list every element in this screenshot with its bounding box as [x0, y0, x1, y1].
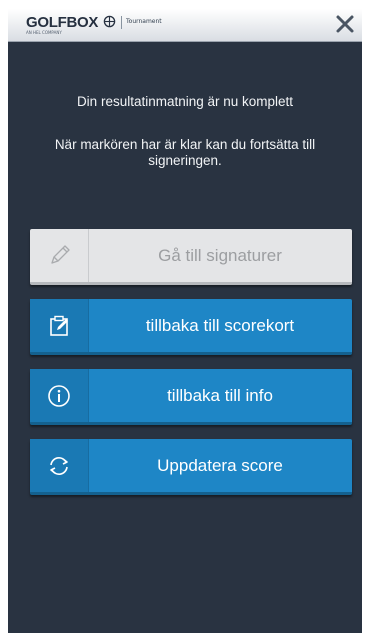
back-to-info-label: tillbaka till info — [167, 385, 273, 405]
globe-icon — [103, 15, 116, 28]
signing-instruction: När markören har är klar kan du fortsätt… — [54, 137, 316, 168]
back-to-scorecard-label: tillbaka till scorekort — [145, 315, 295, 335]
pencil-icon — [51, 244, 70, 264]
go-to-signatures-label: Gå till signaturer — [158, 245, 282, 265]
logo-brand: GOLFBOX — [26, 14, 99, 31]
refresh-icon — [50, 456, 68, 475]
update-score-label: Uppdatera score — [157, 455, 283, 475]
app-screen: GOLFBOX AN HEL COMPANY Tournament Din re… — [8, 9, 362, 633]
back-to-scorecard-button[interactable]: tillbaka till scorekort — [30, 299, 352, 355]
go-to-signatures-button[interactable]: Gå till signaturer — [30, 229, 352, 285]
logo-divider — [121, 16, 122, 29]
info-icon — [48, 384, 70, 407]
clipboard-edit-icon — [50, 315, 68, 336]
back-to-info-button[interactable]: tillbaka till info — [30, 369, 352, 425]
logo-subtitle: AN HEL COMPANY — [26, 30, 62, 35]
app-header: GOLFBOX AN HEL COMPANY Tournament — [8, 9, 362, 42]
completion-message: Din resultatinmatning är nu komplett — [76, 94, 294, 109]
update-score-button[interactable]: Uppdatera score — [30, 439, 352, 495]
close-icon[interactable] — [335, 14, 355, 34]
logo-product: Tournament — [126, 18, 162, 25]
